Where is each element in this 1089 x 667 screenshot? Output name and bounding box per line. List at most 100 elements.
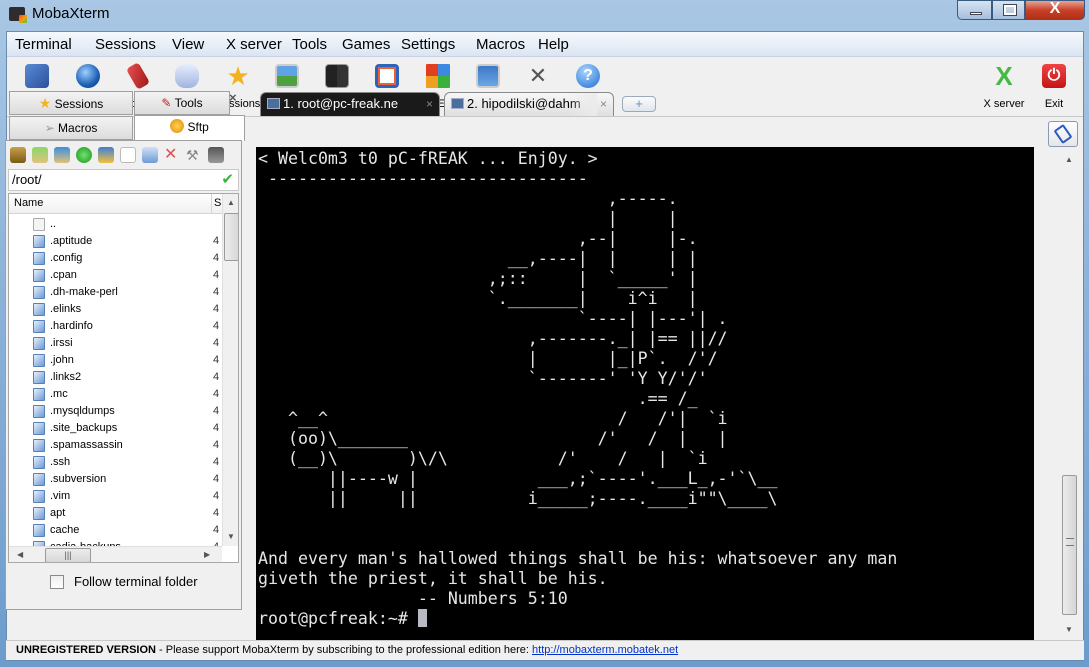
paperclip-icon: [1053, 124, 1073, 144]
file-size: 4: [213, 286, 219, 298]
close-tab-icon[interactable]: ×: [426, 93, 433, 115]
close-sidebar-icon[interactable]: ×: [229, 90, 237, 105]
file-name: .links2: [50, 371, 82, 383]
file-list-row[interactable]: .mc 4: [33, 386, 223, 403]
parent-folder-icon[interactable]: [10, 147, 26, 163]
menu-macros[interactable]: Macros: [476, 36, 525, 53]
terminal-output[interactable]: < Welc0m3 t0 pC-fREAK ... Enj0y. > -----…: [256, 147, 1034, 640]
terminal-tab-2-label: 2. hipodilski@dahm: [467, 96, 581, 111]
minimize-icon: [970, 12, 982, 15]
refresh-icon[interactable]: [76, 147, 92, 163]
scroll-down-icon[interactable]: ▼: [1065, 625, 1073, 634]
new-tab-button[interactable]: +: [622, 96, 656, 112]
minimize-button[interactable]: [957, 0, 992, 20]
file-size: 4: [213, 405, 219, 417]
terminal-line: __,----| | | |: [258, 249, 698, 268]
terminal-line: --------------------------------: [258, 169, 588, 188]
file-list-row[interactable]: .site_backups 4: [33, 420, 223, 437]
file-list-row[interactable]: .spamassassin 4: [33, 437, 223, 454]
file-list-row[interactable]: .vim 4: [33, 488, 223, 505]
scroll-up-icon[interactable]: ▲: [1065, 155, 1073, 164]
tools-knife-icon: [125, 62, 151, 90]
menu-settings[interactable]: Settings: [401, 36, 455, 53]
menu-terminal[interactable]: Terminal: [15, 36, 72, 53]
tab-sessions-label: Sessions: [54, 97, 104, 111]
tab-sftp[interactable]: Sftp: [134, 115, 245, 141]
terminal-line: `._______| i^i |: [258, 289, 698, 308]
x-server-icon: X: [995, 61, 1013, 91]
file-list-row[interactable]: ..: [33, 216, 223, 233]
paperclip-button[interactable]: [1048, 121, 1078, 147]
menu-sessions[interactable]: Sessions: [95, 36, 156, 53]
file-list-row[interactable]: .hardinfo 4: [33, 318, 223, 335]
file-list-row[interactable]: .ssh 4: [33, 454, 223, 471]
scroll-up-icon[interactable]: ▲: [227, 198, 235, 207]
folder-icon: [33, 235, 45, 248]
tools-knife-icon: ✎: [161, 96, 172, 110]
file-list-row[interactable]: .links2 4: [33, 369, 223, 386]
scroll-left-icon[interactable]: ◀: [17, 550, 23, 559]
terminal-icon[interactable]: [208, 147, 224, 163]
menu-help[interactable]: Help: [538, 36, 569, 53]
file-list-horizontal-scrollbar[interactable]: ◀ ||| ▶: [9, 546, 222, 562]
scroll-right-icon[interactable]: ▶: [204, 550, 210, 559]
parent-dir-icon: [33, 218, 45, 231]
file-list-row[interactable]: apt 4: [33, 505, 223, 522]
scrollbar-thumb[interactable]: |||: [45, 548, 91, 562]
file-list-header: Name S: [9, 194, 222, 214]
close-window-button[interactable]: X: [1025, 0, 1085, 20]
file-list-row[interactable]: .mysqldumps 4: [33, 403, 223, 420]
tab-tools[interactable]: ✎ Tools: [134, 91, 230, 115]
menu-games[interactable]: Games: [342, 36, 390, 53]
magic-wand-icon[interactable]: ⚒: [186, 147, 202, 163]
tab-sessions[interactable]: ★ Sessions: [9, 91, 133, 115]
checkmark-icon[interactable]: ✔: [221, 170, 234, 190]
file-list-vertical-scrollbar[interactable]: ▲ ▼: [222, 194, 238, 546]
maximize-button[interactable]: [992, 0, 1025, 20]
file-list-row[interactable]: .dh-make-perl 4: [33, 284, 223, 301]
folder-icon: [33, 286, 45, 299]
file-name: .mysqldumps: [50, 405, 115, 417]
scrollbar-thumb[interactable]: [224, 213, 238, 261]
tunneling-icon: [476, 64, 500, 88]
path-input[interactable]: /root/ ✔: [8, 169, 239, 191]
file-list-row[interactable]: .aptitude 4: [33, 233, 223, 250]
file-list-row[interactable]: cache 4: [33, 522, 223, 539]
upload-icon[interactable]: [54, 147, 70, 163]
file-list-row[interactable]: .john 4: [33, 352, 223, 369]
terminal-tab-1[interactable]: 1. root@pc-freak.ne ×: [260, 92, 440, 116]
terminal-scrollbar[interactable]: ▲ ▼: [1061, 147, 1078, 640]
menu-tools[interactable]: Tools: [292, 36, 327, 53]
new-folder-icon[interactable]: [98, 147, 114, 163]
scrollbar-thumb[interactable]: [1062, 475, 1077, 615]
folder-icon: [33, 405, 45, 418]
menu-x-server[interactable]: X server: [226, 36, 282, 53]
file-list-row[interactable]: .config 4: [33, 250, 223, 267]
close-tab-icon[interactable]: ×: [600, 93, 607, 115]
new-file-icon[interactable]: [120, 147, 136, 163]
download-icon[interactable]: [32, 147, 48, 163]
file-name: .elinks: [50, 303, 82, 315]
file-list-row[interactable]: .irssi 4: [33, 335, 223, 352]
status-bar: UNREGISTERED VERSION - Please support Mo…: [6, 640, 1084, 660]
delete-icon[interactable]: ✕: [164, 147, 180, 163]
folder-icon: [33, 337, 45, 350]
follow-terminal-folder-checkbox[interactable]: [50, 575, 64, 589]
file-list-row[interactable]: .subversion 4: [33, 471, 223, 488]
folder-icon: [33, 252, 45, 265]
tab-fade: [569, 93, 597, 116]
file-list-row[interactable]: .elinks 4: [33, 301, 223, 318]
menu-view[interactable]: View: [172, 36, 204, 53]
terminal-tab-2[interactable]: 2. hipodilski@dahm ×: [444, 92, 614, 116]
sftp-icon: [170, 119, 185, 133]
menu-bar: Terminal Sessions View X server Tools Ga…: [7, 32, 1083, 57]
mobatek-link[interactable]: http://mobaxterm.mobatek.net: [532, 644, 678, 656]
scroll-down-icon[interactable]: ▼: [227, 532, 235, 541]
tab-macros[interactable]: ➢ Macros: [9, 116, 133, 140]
file-list-row[interactable]: .cpan 4: [33, 267, 223, 284]
open-folder-icon[interactable]: [142, 147, 158, 163]
column-name[interactable]: Name: [14, 194, 43, 213]
terminal-line: | |_|P`. /'/: [258, 349, 718, 368]
column-size[interactable]: S: [211, 194, 222, 213]
